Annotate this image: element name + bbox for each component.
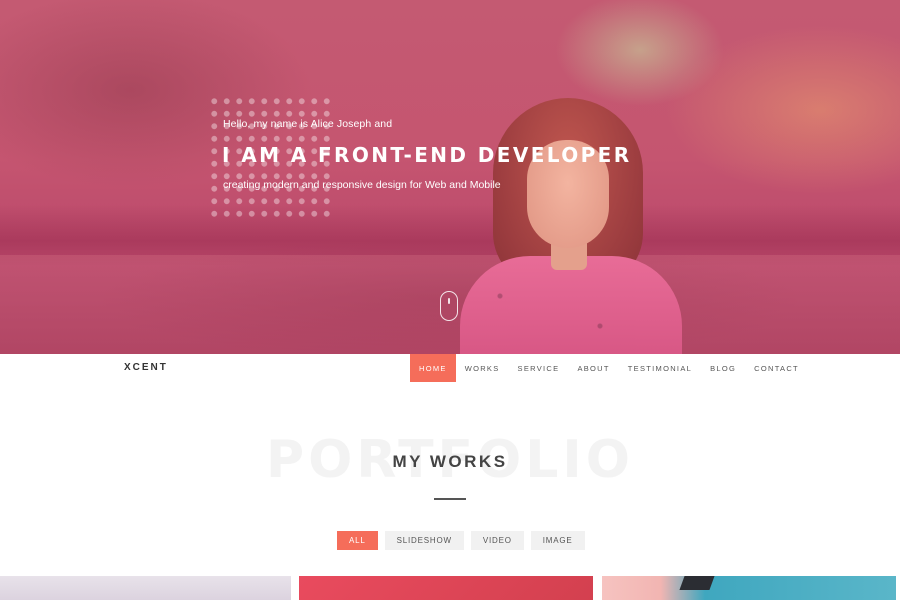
hero-subtitle: creating modern and responsive design fo… [223,179,501,191]
portfolio-filters: ALL SLIDESHOW VIDEO IMAGE [337,531,585,550]
portfolio-item[interactable] [602,576,896,600]
brand-logo[interactable]: XCENT [124,362,168,373]
main-navbar: XCENT HOME WORKS SERVICE ABOUT TESTIMONI… [0,354,900,382]
hero-title: I AM A FRONT-END DEVELOPER [222,143,632,167]
nav-item-service[interactable]: SERVICE [509,354,569,382]
title-underline [434,498,466,500]
nav-item-home[interactable]: HOME [410,354,456,382]
mouse-wheel [448,298,450,304]
mouse-scroll-icon[interactable] [440,291,458,321]
filter-slideshow-button[interactable]: SLIDESHOW [384,531,464,550]
filter-video-button[interactable]: VIDEO [470,531,524,550]
filter-all-button[interactable]: ALL [337,531,378,550]
nav-item-blog[interactable]: BLOG [701,354,745,382]
nav-item-works[interactable]: WORKS [456,354,509,382]
filter-image-button[interactable]: IMAGE [530,531,585,550]
portfolio-grid [0,576,900,600]
portfolio-item[interactable] [0,576,291,600]
nav-item-about[interactable]: ABOUT [568,354,618,382]
nav-item-contact[interactable]: CONTACT [745,354,808,382]
hero-section: Hello, my name is Alice Joseph and I AM … [0,0,900,354]
portfolio-item[interactable] [299,576,593,600]
hero-portrait [455,98,685,354]
nav-menu: HOME WORKS SERVICE ABOUT TESTIMONIAL BLO… [410,354,808,382]
section-title: MY WORKS [392,452,508,471]
hero-greeting: Hello, my name is Alice Joseph and [223,118,393,130]
nav-item-testimonial[interactable]: TESTIMONIAL [619,354,701,382]
